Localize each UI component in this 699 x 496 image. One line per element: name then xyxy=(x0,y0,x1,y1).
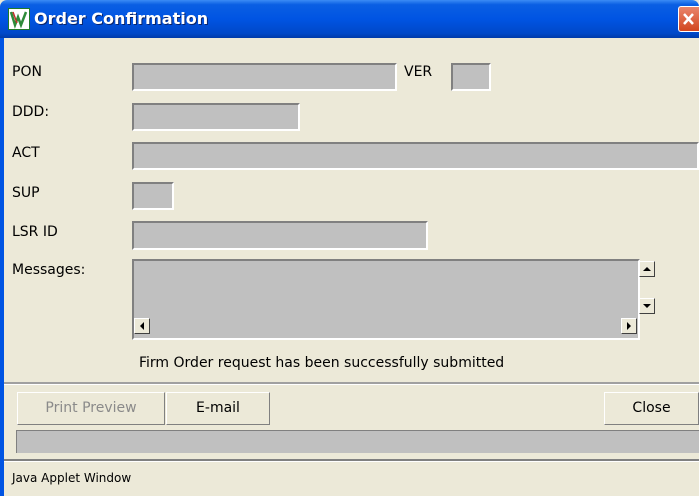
window-title: Order Confirmation xyxy=(34,9,209,28)
lsr-id-label: LSR ID xyxy=(12,224,58,240)
arrow-left-icon xyxy=(140,322,144,330)
pon-field[interactable] xyxy=(132,63,397,91)
pon-label: PON xyxy=(12,64,42,80)
java-applet-window-label: Java Applet Window xyxy=(12,471,132,485)
arrow-up-icon xyxy=(643,267,651,271)
divider xyxy=(4,382,699,385)
status-message: Firm Order request has been successfully… xyxy=(139,355,505,371)
act-field[interactable] xyxy=(132,142,699,170)
title-bar[interactable]: Order Confirmation xyxy=(0,0,699,38)
scroll-left-button[interactable] xyxy=(134,318,150,334)
scroll-right-button[interactable] xyxy=(621,318,637,334)
sup-label: SUP xyxy=(12,185,40,201)
sup-field[interactable] xyxy=(132,182,174,210)
scroll-down-button[interactable] xyxy=(639,298,655,314)
divider xyxy=(4,459,699,462)
scroll-up-button[interactable] xyxy=(639,261,655,277)
ddd-field[interactable] xyxy=(132,103,300,131)
print-preview-button[interactable]: Print Preview xyxy=(17,392,165,425)
act-label: ACT xyxy=(12,145,40,161)
messages-label: Messages: xyxy=(12,262,86,278)
email-button[interactable]: E-mail xyxy=(166,392,270,425)
lsr-id-field[interactable] xyxy=(132,221,428,250)
java-app-icon xyxy=(8,8,30,30)
arrow-down-icon xyxy=(643,304,651,308)
messages-textarea[interactable] xyxy=(132,259,640,340)
ver-field[interactable] xyxy=(451,63,491,91)
status-bar xyxy=(16,430,699,453)
close-button[interactable]: Close xyxy=(604,392,699,425)
arrow-right-icon xyxy=(627,322,631,330)
ver-label: VER xyxy=(404,64,433,80)
window-frame xyxy=(0,38,4,496)
close-icon[interactable] xyxy=(678,6,699,32)
ddd-label: DDD: xyxy=(12,104,50,120)
